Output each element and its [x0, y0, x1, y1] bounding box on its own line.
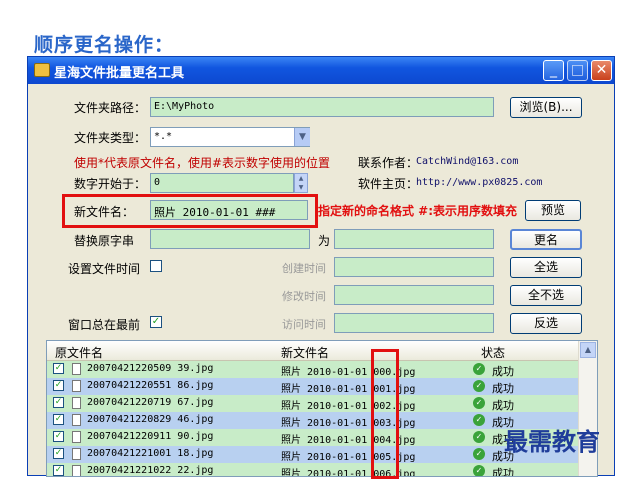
success-icon: ✓ [473, 363, 485, 375]
table-row[interactable]: ✓ 20070421221022 22.jpg 照片 2010-01-01 006.… [47, 463, 579, 477]
close-button[interactable]: ✕ [591, 60, 612, 81]
file-icon [72, 363, 81, 375]
replace-label: 替换原字串 [74, 234, 135, 248]
original-file-name: 20070421221001 18.jpg [87, 448, 214, 459]
success-icon: ✓ [473, 414, 485, 426]
browse-button[interactable]: 浏览(B)... [510, 97, 582, 118]
accessed-time-label: 访问时间 [282, 318, 326, 331]
scroll-up-icon[interactable]: ▲ [580, 342, 596, 358]
replace-to-input[interactable] [334, 229, 494, 249]
chevron-down-icon[interactable]: ▼ [294, 128, 310, 146]
table-row[interactable]: ✓ 20070421220911 90.jpg 照片 2010-01-01 004.… [47, 429, 579, 446]
always-top-checkbox[interactable]: ✓ [150, 316, 162, 328]
replace-from-input[interactable] [150, 229, 310, 249]
page-heading: 顺序更名操作： [34, 34, 175, 56]
invert-selection-button[interactable]: 反选 [510, 313, 582, 334]
table-row[interactable]: ✓ 20070421220551 86.jpg 照片 2010-01-01 001.… [47, 378, 579, 395]
file-icon [72, 380, 81, 392]
original-file-name: 20070421220509 39.jpg [87, 363, 214, 374]
success-icon: ✓ [473, 397, 485, 409]
created-time-input[interactable] [334, 257, 494, 277]
row-checkbox[interactable]: ✓ [53, 414, 64, 425]
table-row[interactable]: ✓ 20070421220829 46.jpg 照片 2010-01-01 003.… [47, 412, 579, 429]
contact-label: 联系作者： [358, 156, 419, 170]
created-time-label: 创建时间 [282, 262, 326, 275]
success-icon: ✓ [473, 431, 485, 443]
table-row[interactable]: ✓ 20070421221001 18.jpg 照片 2010-01-01 005.… [47, 446, 579, 463]
row-checkbox[interactable]: ✓ [53, 465, 64, 476]
success-icon: ✓ [473, 380, 485, 392]
folder-path-label: 文件夹路径： [74, 101, 147, 115]
format-annotation: 指定新的命名格式 #:表示用序数填充 [318, 204, 518, 218]
rename-button[interactable]: 更名 [510, 229, 582, 250]
success-icon: ✓ [473, 448, 485, 460]
new-name-highlight-box [62, 194, 318, 228]
set-time-checkbox[interactable] [150, 260, 162, 272]
folder-type-label: 文件夹类型： [74, 131, 147, 145]
row-checkbox[interactable]: ✓ [53, 363, 64, 374]
success-icon: ✓ [473, 465, 485, 476]
row-checkbox[interactable]: ✓ [53, 397, 64, 408]
always-top-label: 窗口总在最前 [68, 318, 141, 332]
file-icon [72, 397, 81, 409]
accessed-time-input[interactable] [334, 313, 494, 333]
format-hint: 使用*代表原文件名，使用#表示数字使用的位置 [74, 156, 331, 170]
title-bar[interactable]: 星海文件批量更名工具 _ □ ✕ [28, 57, 614, 84]
file-icon [72, 465, 81, 476]
folder-type-value: *.* [154, 131, 173, 142]
set-time-label: 设置文件时间 [68, 262, 141, 276]
row-checkbox[interactable]: ✓ [53, 380, 64, 391]
original-file-name: 20070421220551 86.jpg [87, 380, 214, 391]
homepage-label: 软件主页： [358, 177, 419, 191]
minimize-button[interactable]: _ [543, 60, 564, 81]
row-status: 成功 [492, 467, 514, 477]
original-file-name: 20070421220829 46.jpg [87, 414, 214, 425]
num-start-label: 数字开始于： [74, 177, 147, 191]
deselect-all-button[interactable]: 全不选 [510, 285, 582, 306]
original-file-name: 20070421220719 67.jpg [87, 397, 214, 408]
contact-email-link[interactable]: CatchWind@163.com [416, 156, 518, 167]
row-status: 成功 [492, 382, 514, 395]
col-new-name[interactable]: 新文件名 [281, 344, 329, 361]
col-status[interactable]: 状态 [481, 344, 505, 361]
window-title: 星海文件批量更名工具 [54, 66, 185, 81]
table-row[interactable]: ✓ 20070421220509 39.jpg 照片 2010-01-01 000.… [47, 361, 579, 378]
file-icon [72, 448, 81, 460]
row-checkbox[interactable]: ✓ [53, 448, 64, 459]
app-folder-icon [34, 63, 50, 77]
file-icon [72, 431, 81, 443]
modified-time-label: 修改时间 [282, 290, 326, 303]
table-row[interactable]: ✓ 20070421220719 67.jpg 照片 2010-01-01 002.… [47, 395, 579, 412]
num-start-input[interactable]: 0 [150, 173, 294, 193]
original-file-name: 20070421220911 90.jpg [87, 431, 214, 442]
watermark-text: 最需教育 [504, 427, 600, 456]
row-status: 成功 [492, 365, 514, 378]
select-all-button[interactable]: 全选 [510, 257, 582, 278]
file-icon [72, 414, 81, 426]
file-list-header: 原文件名 新文件名 状态 [47, 341, 579, 361]
row-status: 成功 [492, 399, 514, 412]
preview-button[interactable]: 预览 [525, 200, 581, 221]
maximize-button[interactable]: □ [567, 60, 588, 81]
row-checkbox[interactable]: ✓ [53, 431, 64, 442]
modified-time-input[interactable] [334, 285, 494, 305]
sequence-highlight-box [371, 349, 399, 479]
col-original-name[interactable]: 原文件名 [55, 344, 103, 361]
original-file-name: 20070421221022 22.jpg [87, 465, 214, 476]
folder-type-select[interactable]: *.* [150, 127, 310, 147]
homepage-link[interactable]: http://www.px0825.com [416, 177, 542, 188]
num-stepper-icon[interactable]: ▲ ▼ [294, 173, 308, 193]
replace-with-label: 为 [318, 234, 331, 248]
folder-path-input[interactable]: E:\MyPhoto [150, 97, 494, 117]
app-window: 星海文件批量更名工具 _ □ ✕ 文件夹路径： E:\MyPhoto 浏览(B)… [27, 56, 615, 479]
